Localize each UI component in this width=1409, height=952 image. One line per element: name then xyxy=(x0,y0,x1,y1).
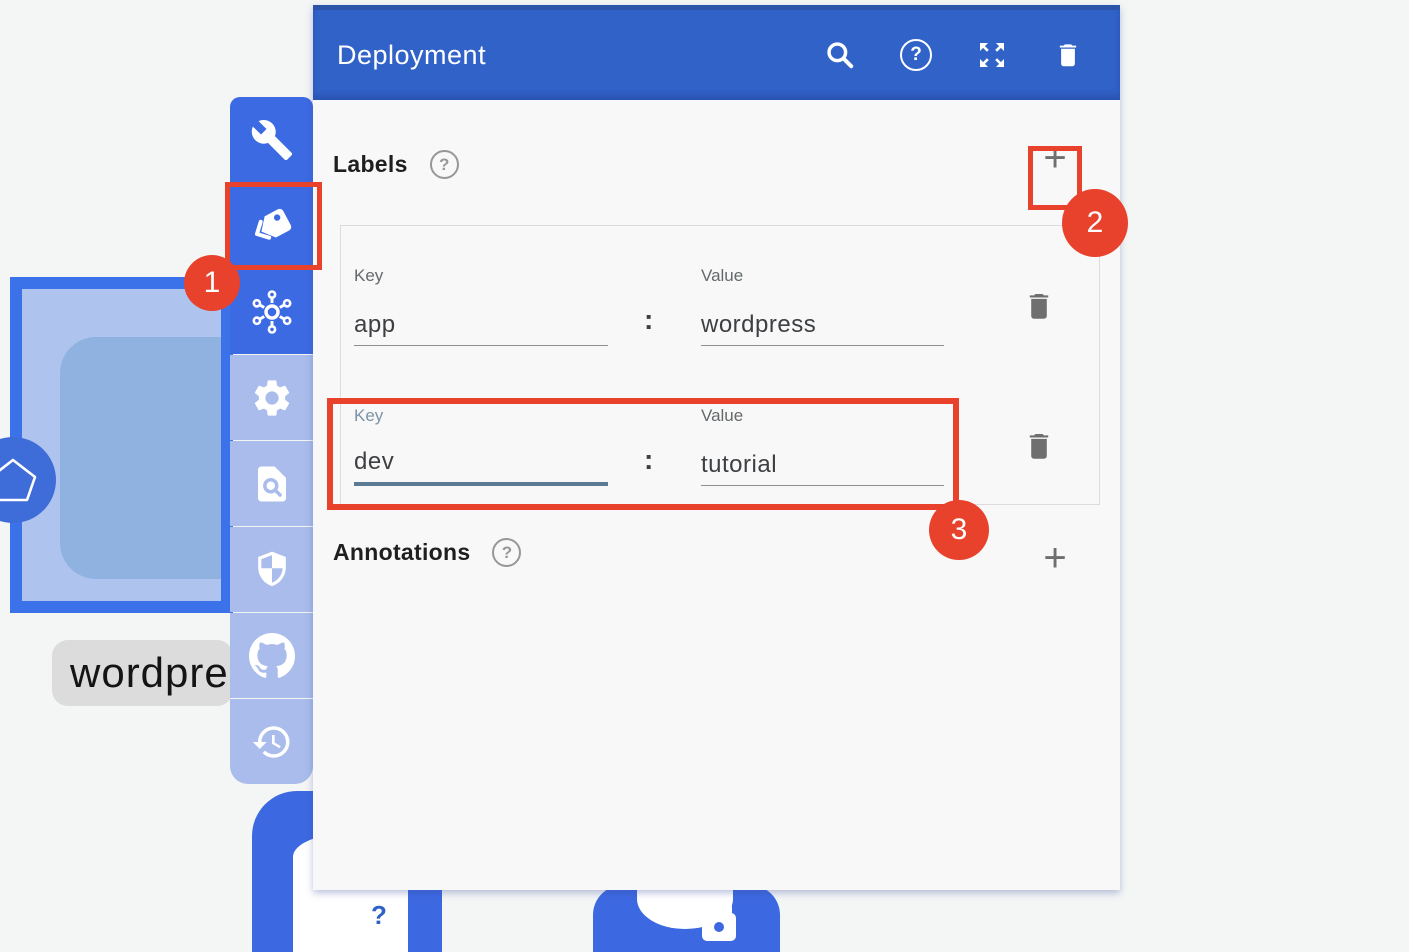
wrench-icon xyxy=(250,118,294,162)
labels-help-icon[interactable]: ? xyxy=(430,150,459,179)
expand-icon xyxy=(976,39,1008,71)
step3-highlight-rect xyxy=(327,398,959,510)
delete-label-button[interactable] xyxy=(1019,284,1059,328)
panel-title: Deployment xyxy=(337,40,822,71)
trash-icon xyxy=(1022,288,1056,324)
delete-label-button[interactable] xyxy=(1019,424,1059,468)
search-icon xyxy=(824,39,856,71)
panel-header: Deployment ? xyxy=(313,5,1120,100)
label-row-app: Key app : Value wordpress xyxy=(341,226,1099,366)
sidebar-item-network[interactable] xyxy=(230,269,313,354)
node-inner-shape xyxy=(60,337,233,579)
trash-icon xyxy=(1053,39,1083,71)
wordpress-node[interactable] xyxy=(10,277,233,613)
step2-number: 2 xyxy=(1087,206,1104,240)
app-canvas: wordpress ? xyxy=(0,0,1409,952)
step1-number: 1 xyxy=(204,266,221,300)
step1-badge: 1 xyxy=(184,255,240,311)
annotations-heading: Annotations xyxy=(333,539,470,566)
shield-icon xyxy=(251,549,293,591)
node-label-pill: wordpress xyxy=(52,640,233,706)
value-field-label: Value xyxy=(701,266,743,286)
delete-button[interactable] xyxy=(1050,37,1086,73)
sidebar-item-security[interactable] xyxy=(230,527,313,612)
question-badge: ? xyxy=(359,895,399,935)
sidebar-item-tools[interactable] xyxy=(230,97,313,182)
gear-icon xyxy=(250,376,294,420)
expand-button[interactable] xyxy=(974,37,1010,73)
help-icon: ? xyxy=(900,39,932,71)
sidebar-item-settings[interactable] xyxy=(230,355,313,440)
help-glyph: ? xyxy=(439,155,449,175)
help-glyph: ? xyxy=(502,543,512,563)
annotations-section-header: Annotations ? xyxy=(333,538,521,567)
history-icon xyxy=(251,721,293,763)
step3-badge: 3 xyxy=(929,500,989,560)
sidebar-item-github[interactable] xyxy=(230,613,313,698)
step1-highlight-rect xyxy=(225,182,322,270)
annotations-help-icon[interactable]: ? xyxy=(492,538,521,567)
key-field-label: Key xyxy=(354,266,383,286)
help-glyph: ? xyxy=(910,44,922,66)
question-mark: ? xyxy=(371,900,387,931)
colon-separator: : xyxy=(644,304,653,336)
trash-icon xyxy=(1022,428,1056,464)
help-button[interactable]: ? xyxy=(898,37,934,73)
labels-section-header: Labels ? xyxy=(333,150,459,179)
step3-number: 3 xyxy=(951,513,968,547)
sidebar-item-history[interactable] xyxy=(230,699,313,784)
github-icon xyxy=(249,633,295,679)
labels-heading: Labels xyxy=(333,151,408,178)
search-button[interactable] xyxy=(822,37,858,73)
lock-icon xyxy=(697,891,741,945)
step2-badge: 2 xyxy=(1062,189,1128,257)
sidebar-item-inspect[interactable] xyxy=(230,441,313,526)
file-search-icon xyxy=(251,463,293,505)
plus-icon: + xyxy=(1043,538,1066,578)
value-input[interactable]: wordpress xyxy=(701,294,944,346)
pentagon-icon xyxy=(0,454,39,506)
add-annotation-button[interactable]: + xyxy=(1035,538,1075,578)
header-actions: ? xyxy=(822,37,1086,73)
node-label: wordpress xyxy=(52,649,233,697)
hub-icon xyxy=(248,288,296,336)
database-locked-node[interactable] xyxy=(593,885,780,952)
key-input[interactable]: app xyxy=(354,294,608,346)
